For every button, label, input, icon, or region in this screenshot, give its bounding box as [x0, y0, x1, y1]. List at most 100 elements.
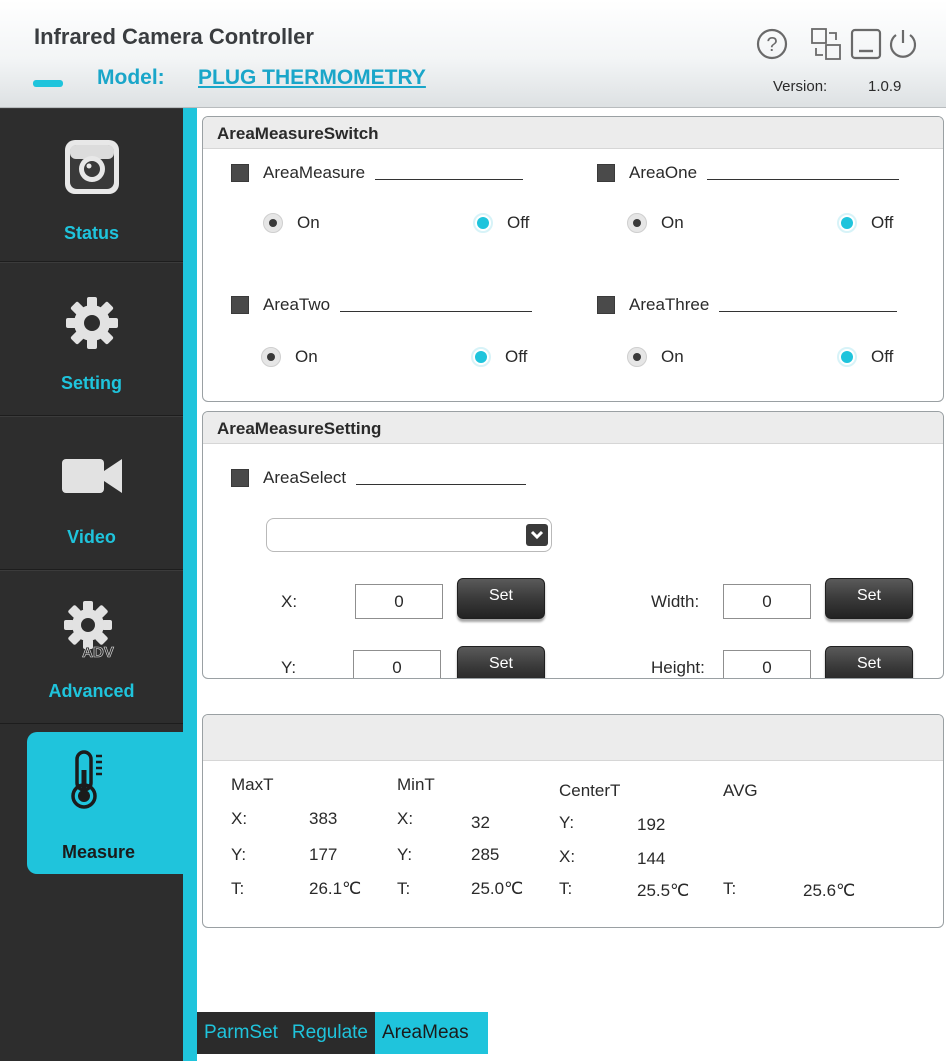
sidebar-item-label: Advanced: [48, 681, 135, 701]
divider: [719, 310, 898, 312]
x-label: X:: [281, 592, 298, 611]
radio-button[interactable]: [837, 347, 857, 367]
version-label: Version:: [773, 78, 828, 95]
min-x-value: 32: [471, 813, 490, 832]
area-measure-off-radio[interactable]: Off: [473, 213, 529, 233]
radio-label: Off: [871, 347, 894, 366]
area-two-off-radio[interactable]: Off: [471, 347, 527, 367]
max-x-value: 383: [309, 809, 338, 828]
power-icon[interactable]: [885, 26, 921, 62]
height-input[interactable]: [723, 650, 811, 678]
title-bar: Infrared Camera Controller Model: PLUG T…: [0, 0, 946, 108]
height-label: Height:: [651, 658, 705, 677]
group-label: AreaTwo: [263, 295, 331, 314]
sidebar-item-status[interactable]: Status: [0, 108, 183, 262]
thermometer-icon: [71, 750, 102, 809]
panel-title: AreaMeasureSetting: [203, 412, 943, 444]
svg-text:ADV: ADV: [82, 644, 114, 661]
group-label: AreaMeasure: [263, 163, 366, 182]
group-label: AreaThree: [629, 295, 710, 314]
radio-label: Off: [505, 347, 528, 366]
max-t-value: 26.1℃: [309, 879, 362, 898]
area-three-on-radio[interactable]: On: [627, 347, 684, 367]
max-x-label: X:: [231, 809, 248, 828]
x-input[interactable]: [355, 584, 443, 619]
radio-label: On: [661, 347, 684, 366]
avg-t-label: T:: [723, 879, 737, 898]
checkbox-square[interactable]: [231, 164, 249, 182]
set-width-button[interactable]: Set: [825, 578, 913, 619]
minimize-icon[interactable]: [848, 26, 884, 62]
area-measure-checkbox[interactable]: AreaMeasure: [231, 163, 524, 183]
area-measure-on-radio[interactable]: On: [263, 213, 320, 233]
max-y-value: 177: [309, 845, 338, 864]
center-x-value: 144: [637, 849, 666, 868]
chevron-down-icon[interactable]: [526, 524, 548, 546]
model-indicator: [33, 80, 63, 87]
switch-view-icon[interactable]: [808, 26, 844, 62]
advanced-gear-icon: ADV: [64, 601, 114, 661]
area-one-checkbox[interactable]: AreaOne: [597, 163, 900, 183]
radio-button[interactable]: [627, 213, 647, 233]
y-input[interactable]: [353, 650, 441, 678]
area-one-on-radio[interactable]: On: [627, 213, 684, 233]
checkbox-square[interactable]: [597, 296, 615, 314]
min-x-label: X:: [397, 809, 414, 828]
radio-button[interactable]: [473, 213, 493, 233]
center-x-label: X:: [559, 847, 576, 866]
sidebar-item-advanced[interactable]: ADV Advanced: [0, 570, 183, 724]
svg-text:?: ?: [766, 34, 777, 56]
sidebar: Status Setting Video ADV Advanced: [0, 108, 183, 1061]
area-two-on-radio[interactable]: On: [261, 347, 318, 367]
model-link[interactable]: PLUG THERMOMETRY: [198, 66, 426, 90]
checkbox-square[interactable]: [231, 469, 249, 487]
tab-areameas[interactable]: AreaMeas: [374, 1012, 488, 1054]
divider: [340, 310, 533, 312]
area-one-off-radio[interactable]: Off: [837, 213, 893, 233]
avg-t-value: 25.6℃: [803, 881, 856, 900]
tab-regulate[interactable]: Regulate: [284, 1012, 375, 1054]
set-height-button[interactable]: Set: [825, 646, 913, 678]
area-select-dropdown[interactable]: [266, 518, 552, 552]
sidebar-item-label: Measure: [61, 842, 136, 862]
video-camera-icon: [62, 459, 122, 493]
set-y-button[interactable]: Set: [457, 646, 545, 678]
radio-button[interactable]: [627, 347, 647, 367]
y-label: Y:: [281, 658, 297, 677]
radio-button[interactable]: [261, 347, 281, 367]
max-t-label: T:: [231, 879, 245, 898]
radio-label: Off: [507, 213, 530, 232]
checkbox-square[interactable]: [231, 296, 249, 314]
area-measure-switch-panel: AreaMeasureSwitch AreaMeasure On Off Are…: [202, 116, 944, 402]
max-y-label: Y:: [231, 845, 247, 864]
radio-button[interactable]: [837, 213, 857, 233]
sidebar-item-setting[interactable]: Setting: [0, 262, 183, 416]
sidebar-item-measure[interactable]: Measure: [27, 732, 197, 874]
radio-label: On: [661, 213, 684, 232]
divider: [375, 178, 524, 180]
panel-title: AreaMeasureSwitch: [203, 117, 943, 149]
min-title: MinT: [397, 775, 435, 794]
model-label: Model:: [97, 66, 165, 89]
center-t-value: 25.5℃: [637, 881, 690, 900]
help-icon[interactable]: ?: [754, 26, 790, 62]
checkbox-square[interactable]: [597, 164, 615, 182]
radio-button[interactable]: [471, 347, 491, 367]
divider: [356, 483, 527, 485]
center-y-label: Y:: [559, 813, 575, 832]
area-two-checkbox[interactable]: AreaTwo: [231, 295, 533, 315]
min-t-label: T:: [397, 879, 411, 898]
center-y-value: 192: [637, 815, 666, 834]
area-select-checkbox[interactable]: AreaSelect: [231, 468, 527, 488]
area-three-checkbox[interactable]: AreaThree: [597, 295, 898, 315]
sidebar-item-video[interactable]: Video: [0, 416, 183, 570]
app-title: Infrared Camera Controller: [34, 24, 314, 49]
tab-parmset[interactable]: ParmSet: [197, 1012, 285, 1054]
width-input[interactable]: [723, 584, 811, 619]
min-y-label: Y:: [397, 845, 413, 864]
set-x-button[interactable]: Set: [457, 578, 545, 619]
version-value: 1.0.9: [868, 78, 902, 95]
radio-button[interactable]: [263, 213, 283, 233]
area-three-off-radio[interactable]: Off: [837, 347, 893, 367]
readout-header: [203, 715, 943, 761]
